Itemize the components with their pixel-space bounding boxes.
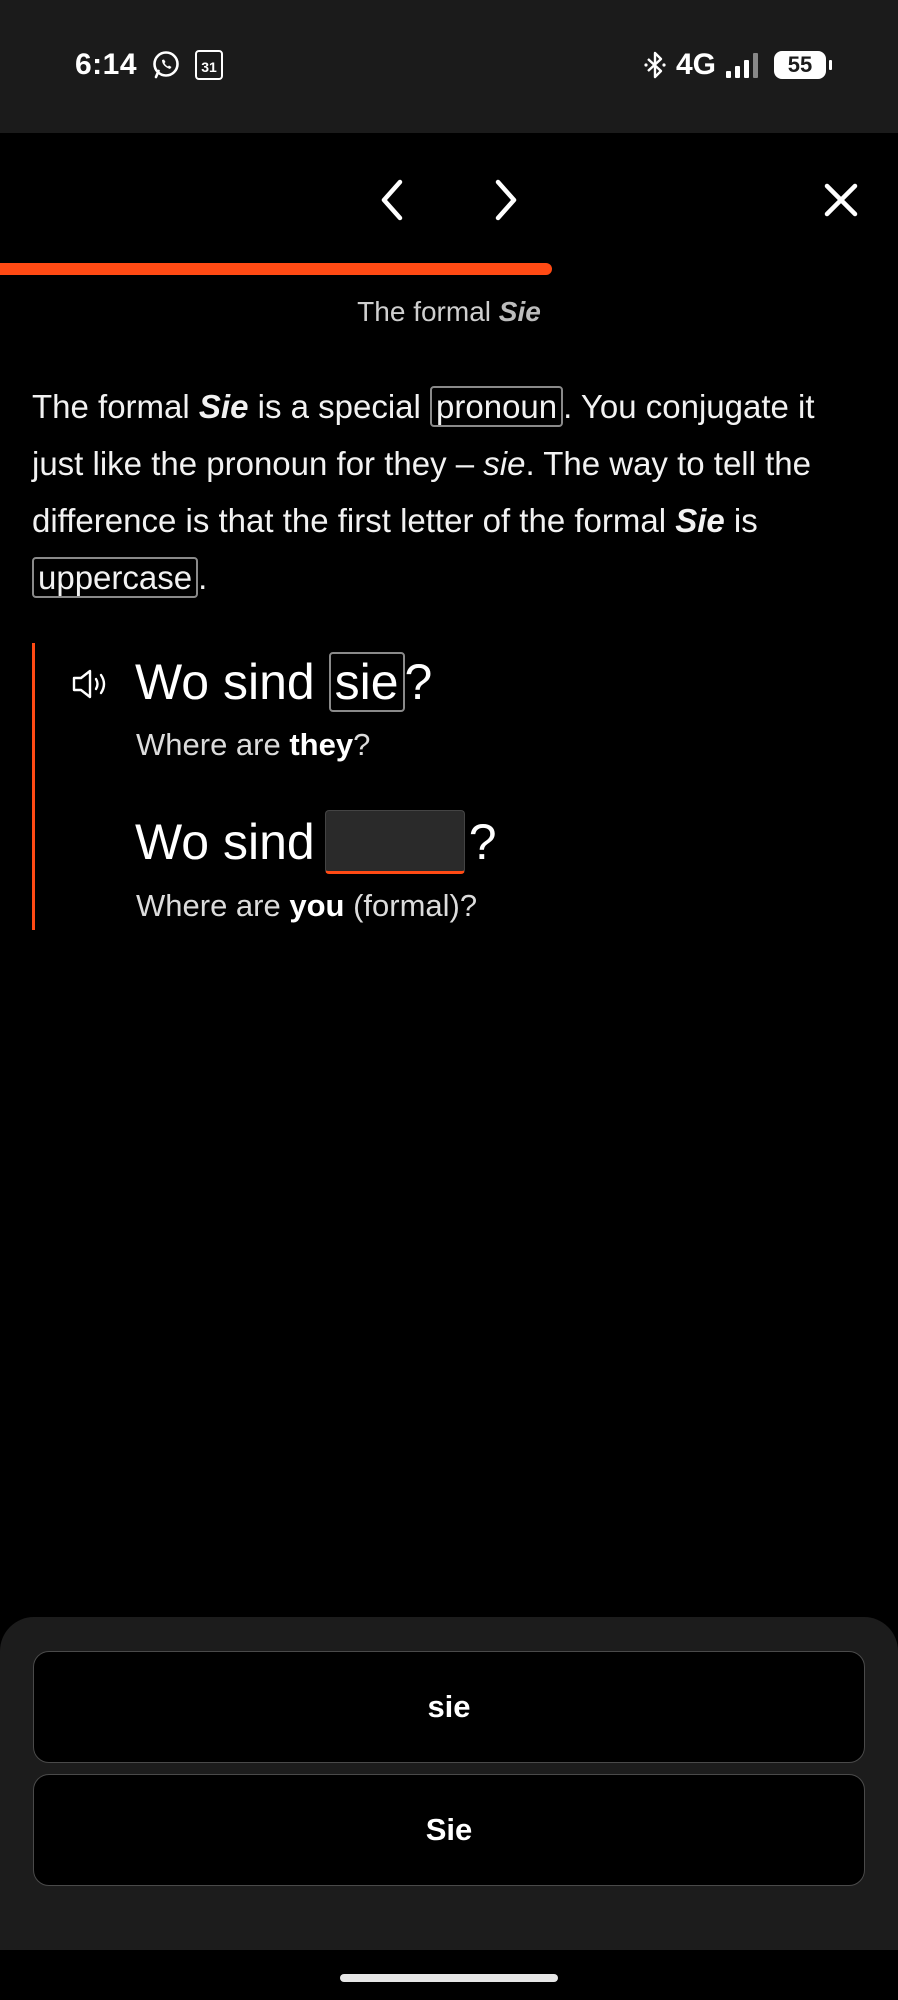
home-indicator[interactable] xyxy=(340,1974,558,1982)
example-sentence-1: Wo sind sie? xyxy=(135,652,433,712)
close-button[interactable] xyxy=(811,170,871,230)
calendar-icon: 31 xyxy=(195,50,224,80)
back-button[interactable] xyxy=(362,170,422,230)
chevron-right-icon xyxy=(495,179,517,221)
close-icon xyxy=(824,183,858,217)
whatsapp-icon xyxy=(151,50,181,80)
status-bar: 6:14 31 4G 55 xyxy=(0,0,898,133)
signal-icon xyxy=(726,52,764,78)
example-translation-2: Where are you (formal)? xyxy=(136,888,478,923)
explanation-text: The formal Sie is a special pronoun. You… xyxy=(32,386,815,598)
term-uppercase[interactable]: uppercase xyxy=(32,557,199,598)
lesson-progress-bar xyxy=(0,263,898,275)
highlighted-word[interactable]: sie xyxy=(328,652,405,712)
term-pronoun[interactable]: pronoun xyxy=(430,386,564,427)
speaker-icon[interactable] xyxy=(70,666,112,702)
status-bar-left: 6:14 31 xyxy=(75,48,224,82)
example-sentence-2: Wo sind? xyxy=(135,809,497,878)
battery-icon: 55 xyxy=(774,51,832,79)
example-translation-1: Where are they? xyxy=(136,727,371,762)
bluetooth-icon xyxy=(644,50,666,80)
answer-option-uppercase-sie[interactable]: Sie xyxy=(33,1774,865,1886)
status-time: 6:14 xyxy=(75,48,138,81)
chevron-left-icon xyxy=(381,179,403,221)
answer-option-lowercase-sie[interactable]: sie xyxy=(33,1651,865,1763)
forward-button[interactable] xyxy=(476,170,536,230)
answer-blank[interactable] xyxy=(324,809,465,874)
examples-block: Wo sind sie? Where are they? Wo sind? Wh… xyxy=(32,643,868,930)
gesture-bar xyxy=(0,1950,898,2000)
answer-panel: sie Sie xyxy=(0,1617,898,1950)
lesson-progress-fill xyxy=(0,263,553,275)
lesson-title: The formal Sie xyxy=(357,296,541,327)
network-type: 4G xyxy=(675,48,716,81)
status-bar-right: 4G 55 xyxy=(644,48,832,82)
